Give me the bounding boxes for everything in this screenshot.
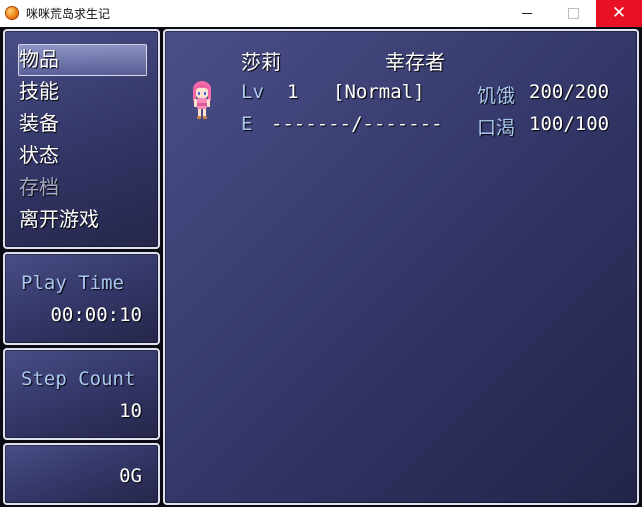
window-title: 咪咪荒岛求生记: [26, 7, 111, 21]
maximize-icon: [567, 8, 579, 19]
step-count-value: 10: [119, 400, 142, 422]
actor-name: 莎莉: [241, 50, 281, 74]
thirst-value: 100/100: [529, 113, 610, 135]
level-label: Lv: [241, 81, 264, 103]
step-count-window: Step Count 10: [3, 348, 160, 440]
command-menu-window: 物品 技能 装备 状态 存档 离开游戏: [3, 29, 160, 249]
app-orb-icon: [5, 6, 19, 20]
exp-label: E: [241, 113, 253, 135]
playtime-window: Play Time 00:00:10: [3, 252, 160, 345]
close-icon: ✕: [611, 3, 627, 23]
actor-class: 幸存者: [385, 50, 445, 74]
character-sprite-icon: [193, 81, 211, 119]
playtime-value: 00:00:10: [50, 304, 142, 326]
menu-item-save: 存档: [19, 175, 59, 199]
playtime-label: Play Time: [21, 272, 124, 294]
level-value: 1: [287, 81, 299, 103]
window-titlebar: 咪咪荒岛求生记 ✕: [0, 0, 642, 28]
minimize-button[interactable]: [504, 0, 550, 27]
menu-item-items[interactable]: 物品: [19, 46, 59, 72]
actor-status-window[interactable]: 莎莉 幸存者 Lv 1 [Normal] 饥饿 200/200 E ------…: [163, 29, 639, 505]
menu-item-status[interactable]: 状态: [19, 142, 59, 168]
menu-item-skills[interactable]: 技能: [19, 78, 59, 104]
gold-value: 0G: [119, 465, 142, 487]
hunger-value: 200/200: [529, 81, 610, 103]
minimize-icon: [522, 13, 532, 14]
menu-item-equip[interactable]: 装备: [19, 110, 59, 136]
maximize-button[interactable]: [550, 0, 596, 27]
step-count-label: Step Count: [21, 368, 136, 390]
close-button[interactable]: ✕: [596, 0, 642, 27]
thirst-label: 口渴: [477, 117, 516, 139]
game-screen: 物品 技能 装备 状态 存档 离开游戏 Play Time 00:00:10 S…: [0, 27, 642, 507]
actor-state: [Normal]: [333, 81, 425, 103]
exp-value: -------/-------: [271, 113, 443, 135]
gold-window: 0G: [3, 443, 160, 505]
menu-item-exit-game[interactable]: 离开游戏: [19, 206, 99, 232]
hunger-label: 饥饿: [477, 85, 516, 107]
